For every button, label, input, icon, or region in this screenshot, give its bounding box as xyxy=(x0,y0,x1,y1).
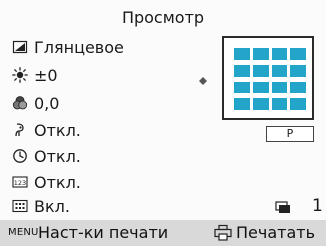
page-title: Просмотр xyxy=(121,8,205,27)
copies-icon xyxy=(275,200,291,214)
setting-date[interactable]: 123 Откл. xyxy=(12,172,81,192)
svg-text:123: 123 xyxy=(14,179,26,187)
selection-indicator-icon xyxy=(199,70,207,85)
print-settings-button[interactable]: Наст-ки печати xyxy=(38,223,168,243)
setting-brightness[interactable]: ±0 xyxy=(12,65,58,85)
setting-redeye[interactable]: Откл. xyxy=(12,120,81,140)
preview-tile xyxy=(234,64,250,77)
preview-tile xyxy=(234,81,250,94)
setting-brightness-value: ±0 xyxy=(34,65,58,85)
preview-tile xyxy=(252,64,269,77)
date-icon: 123 xyxy=(12,174,28,190)
preview-tile xyxy=(252,98,269,110)
setting-timer-value: Откл. xyxy=(34,146,81,166)
index-icon xyxy=(12,198,28,214)
setting-date-value: Откл. xyxy=(34,172,81,192)
preview-tile xyxy=(271,48,288,60)
paper-icon xyxy=(12,39,28,55)
setting-index-value: Вкл. xyxy=(34,196,70,216)
preview-tile xyxy=(234,98,250,110)
copies-count[interactable]: 1 xyxy=(312,196,323,216)
menu-key-label: MENU xyxy=(8,227,39,238)
print-button[interactable]: Печатать xyxy=(236,223,315,243)
setting-paper-type-value: Глянцевое xyxy=(34,37,124,57)
preview-tile xyxy=(252,48,269,60)
preview-tile xyxy=(271,81,288,94)
index-preview-grid xyxy=(234,48,306,110)
print-button-icon[interactable] xyxy=(212,224,234,242)
setting-index[interactable]: Вкл. xyxy=(12,196,70,216)
preview-tile xyxy=(271,98,288,110)
preview-tile xyxy=(290,98,306,110)
preview-tile xyxy=(290,48,306,60)
preview-tile xyxy=(290,64,306,77)
timer-icon xyxy=(12,148,28,164)
setting-color[interactable]: 0,0 xyxy=(12,93,59,113)
preview-tile xyxy=(234,48,250,60)
index-preview-thumbnail xyxy=(222,36,314,120)
printer-preview-screen: Просмотр Глянцевое ±0 0,0 Откл. Откл. 12… xyxy=(0,0,326,246)
preview-tile xyxy=(290,81,306,94)
redeye-icon xyxy=(12,122,28,138)
preview-tile xyxy=(252,81,269,94)
setting-redeye-value: Откл. xyxy=(34,120,81,140)
paper-size-tag: P xyxy=(266,126,314,142)
setting-paper-type[interactable]: Глянцевое xyxy=(12,37,124,57)
setting-timer[interactable]: Откл. xyxy=(12,146,81,166)
brightness-icon xyxy=(12,67,28,83)
setting-color-value: 0,0 xyxy=(34,93,60,113)
color-icon xyxy=(12,95,28,111)
preview-tile xyxy=(271,64,288,77)
